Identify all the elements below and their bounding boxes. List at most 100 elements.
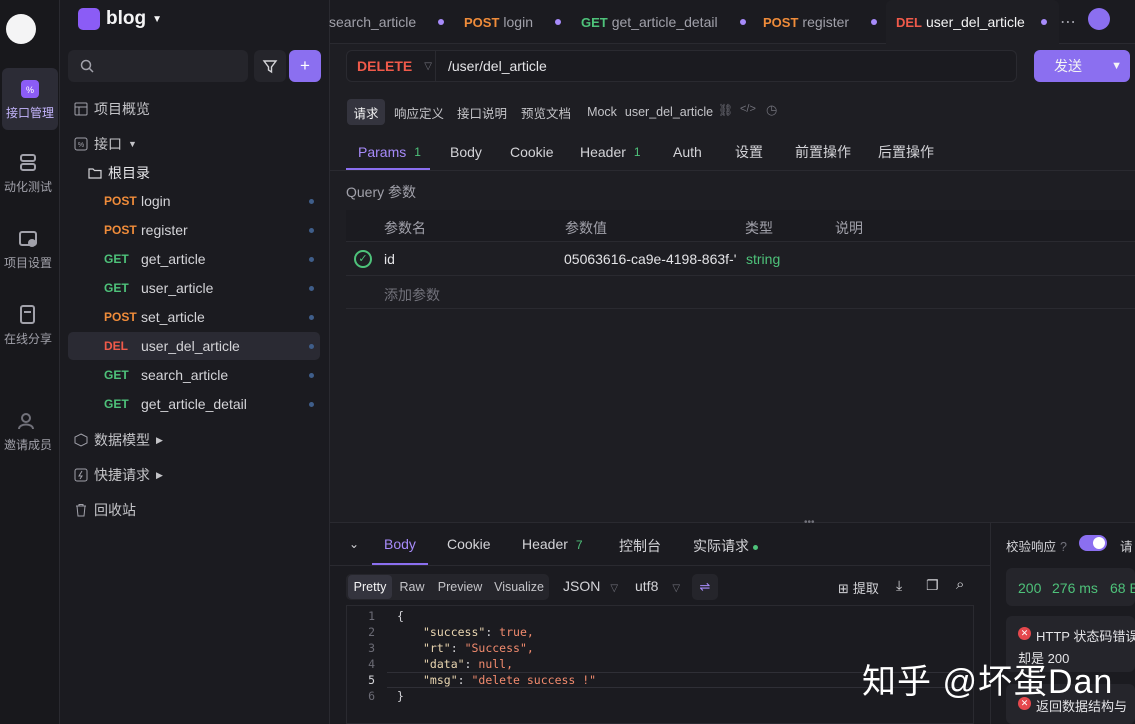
method-select[interactable]: DELETE ▽ [346,50,436,82]
col-value-header: 参数值 [565,220,607,236]
rail-item-settings[interactable]: 项目设置 [0,228,56,271]
row-divider [346,275,1135,276]
extract-button[interactable]: ⊞ 提取 [838,578,879,597]
endpoint-item[interactable]: GET user_article [68,274,320,302]
resize-handle[interactable]: ••• [804,517,815,528]
param-value[interactable]: 05063616-ca9e-4198-863f-' [564,251,739,267]
filter-icon [262,60,278,74]
apis-folder[interactable]: % 接口 ▼ [74,134,137,154]
chevron-down-icon: ▽ [424,60,432,72]
resp-tabs-divider [330,565,990,566]
query-title: Query 参数 [346,184,417,200]
root-folder[interactable]: 根目录 [88,163,150,183]
folder-icon [88,168,102,179]
seg-preview-doc[interactable]: 预览文档 [518,99,574,125]
tab-body[interactable]: Body [450,140,482,164]
endpoint-item[interactable]: DEL user_del_article [68,332,320,360]
download-icon[interactable]: ⤓ [896,577,902,594]
resp-tab-actual-request[interactable]: 实际请求 [693,536,758,556]
status-code: 200 [1018,580,1042,596]
col-desc-header: 说明 [835,220,863,236]
validate-toggle[interactable] [1079,535,1107,551]
status-dot [753,544,758,550]
param-type[interactable]: string [746,251,780,267]
tab-settings[interactable]: 设置 [735,140,763,164]
project-logo-icon [78,8,100,30]
tab-pre-script[interactable]: 前置操作 [795,140,851,164]
format-preview[interactable]: Preview [434,575,486,599]
param-name[interactable]: id [384,251,395,267]
seg-request[interactable]: 请求 [347,99,385,125]
sync-icon[interactable] [1088,8,1110,30]
tabs-divider [330,170,1135,171]
add-button[interactable]: + [289,50,321,82]
resp-tab-cookie[interactable]: Cookie [447,536,491,552]
history-icon[interactable]: ◷ [766,102,777,118]
tab-register[interactable]: POST register [763,0,878,44]
endpoint-item[interactable]: GET get_article_detail [68,390,320,418]
code-icon[interactable]: </> [740,103,756,115]
endpoint-item[interactable]: GET search_article [68,361,320,389]
tab-login[interactable]: POST login [464,0,561,44]
tab-params[interactable]: Params 1 [358,140,421,164]
search-input[interactable] [68,50,248,82]
resp-tab-header[interactable]: Header 7 [522,536,583,552]
endpoint-item[interactable]: POST login [68,187,320,215]
wrap-button[interactable]: ⇌ [692,574,718,600]
send-button[interactable]: 发送 ▼ [1034,50,1130,82]
left-rail: % 接口管理 动化测试 项目设置 在线分享 邀请成员 [0,0,60,724]
col-type-header: 类型 [745,220,773,236]
quick-request-item[interactable]: 快捷请求 ▶ [74,465,163,485]
link-icon[interactable]: ⛓ [718,103,733,117]
caret-down-icon: ▼ [128,139,137,149]
endpoint-item[interactable]: POST set_article [68,303,320,331]
models-item[interactable]: 数据模型 ▶ [74,430,163,450]
search-icon[interactable]: ⌕ [956,576,964,593]
overview-item[interactable]: 项目概览 [74,99,150,119]
format-visualize[interactable]: Visualize [490,575,548,599]
resp-tab-body[interactable]: Body [384,536,416,552]
url-input[interactable]: /user/del_article [436,50,1017,82]
seg-mock[interactable]: Mock [582,99,622,125]
project-switcher[interactable]: blog ▼ [78,8,162,30]
extract-icon: ⊞ [838,581,849,596]
resp-tab-console[interactable]: 控制台 [619,536,661,556]
collapse-icon[interactable]: ⌄ [349,537,359,551]
rail-item-invite[interactable]: 邀请成员 [0,410,56,453]
watermark: 知乎 @坏蛋Dan [862,663,1114,701]
tab-auth[interactable]: Auth [673,140,702,164]
response-time: 276 ms [1052,580,1098,596]
endpoint-item[interactable]: GET get_article [68,245,320,273]
chevron-down-icon: ▼ [152,13,163,25]
tab-search-article[interactable]: search_article [329,0,445,44]
tab-user-del-article[interactable]: DEL user_del_article [886,0,1059,44]
tab-cookie[interactable]: Cookie [510,140,554,164]
send-options-icon[interactable]: ▼ [1111,60,1122,72]
trash-icon [76,504,86,517]
response-type-select[interactable]: JSON ▽ [563,578,618,594]
seg-response-def[interactable]: 响应定义 [391,99,447,125]
rail-item-test[interactable]: 动化测试 [0,152,56,195]
seg-api-doc[interactable]: 接口说明 [454,99,510,125]
more-tabs-icon[interactable]: ⋯ [1060,12,1076,32]
tab-get-article-detail[interactable]: GET get_article_detail [581,0,746,44]
tab-header[interactable]: Header 1 [580,140,641,164]
copy-icon[interactable]: ❐ [926,577,939,594]
add-param-button[interactable]: 添加参数 [384,285,440,305]
encoding-select[interactable]: utf8 ▽ [635,578,680,594]
trash-item[interactable]: 回收站 [74,500,136,520]
endpoint-item[interactable]: POST register [68,216,320,244]
sidebar: blog ▼ + 项目概览 % 接口 ▼ 根目录 POST login POST… [60,0,330,724]
tab-post-script[interactable]: 后置操作 [878,140,934,164]
cube-icon [74,433,88,447]
caret-right-icon: ▶ [156,469,163,480]
format-raw[interactable]: Raw [394,575,430,599]
rail-item-share[interactable]: 在线分享 [0,304,56,347]
rail-item-api[interactable]: % 接口管理 [2,68,58,130]
settings-icon [19,231,37,247]
validate-label: 校验响应? [1006,540,1067,554]
invite-icon [18,413,34,430]
format-pretty[interactable]: Pretty [348,575,392,599]
filter-button[interactable] [254,50,286,82]
checkbox-checked-icon[interactable]: ✓ [354,250,372,268]
